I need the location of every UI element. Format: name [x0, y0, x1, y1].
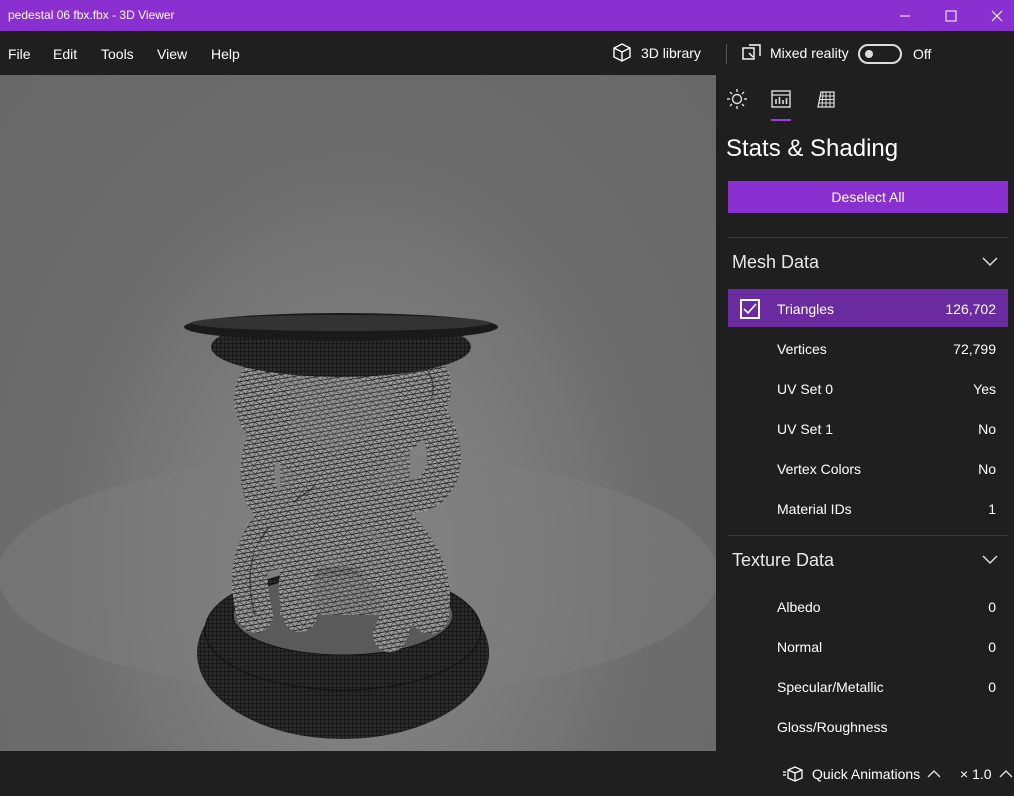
deselect-all-button[interactable]: Deselect All [728, 181, 1008, 213]
mixed-reality-button[interactable]: Mixed reality [741, 31, 849, 75]
stats-panel: Stats & Shading Deselect All Mesh Data T… [716, 75, 1014, 751]
grid-icon[interactable] [815, 88, 837, 110]
pedestal-model [0, 313, 716, 739]
stats-icon[interactable] [770, 88, 792, 110]
window-title: pedestal 06 fbx.fbx - 3D Viewer [8, 8, 175, 22]
menu-divider [726, 44, 727, 64]
toggle-knob [865, 50, 873, 58]
mesh-row-triangles[interactable]: Triangles 126,702 [728, 289, 1008, 327]
row-value: No [978, 421, 996, 437]
row-value: 0 [988, 599, 996, 615]
row-label: UV Set 0 [777, 381, 834, 397]
texture-row-gloss-roughness[interactable]: Gloss/Roughness [728, 707, 1008, 745]
row-label: Triangles [777, 301, 835, 317]
3d-viewport[interactable] [0, 75, 716, 751]
row-value: 0 [988, 639, 996, 655]
speed-selector[interactable]: × 1.0 [960, 766, 1013, 782]
maximize-icon [945, 10, 957, 21]
chevron-down-icon[interactable] [982, 555, 998, 565]
3d-library-label: 3D library [641, 45, 701, 61]
quick-animations-button[interactable]: Quick Animations [783, 765, 941, 783]
row-label: Vertex Colors [777, 461, 862, 477]
mixed-reality-state: Off [913, 46, 932, 62]
menu-file[interactable]: File [8, 46, 31, 62]
row-value: 72,799 [953, 341, 996, 357]
chevron-down-icon[interactable] [982, 257, 998, 267]
mesh-row-vertices[interactable]: Vertices 72,799 [728, 329, 1008, 367]
bottom-bar: Quick Animations × 1.0 [0, 751, 1014, 796]
animation-cube-icon [783, 766, 803, 782]
cube-icon [613, 43, 631, 62]
chevron-up-icon [927, 770, 941, 778]
row-label: Material IDs [777, 501, 852, 517]
minimize-button[interactable] [882, 0, 928, 31]
row-value: 0 [988, 679, 996, 695]
maximize-button[interactable] [928, 0, 974, 31]
texture-row-specular-metallic[interactable]: Specular/Metallic 0 [728, 667, 1008, 705]
row-value: Yes [973, 381, 996, 397]
row-value: 1 [988, 501, 996, 517]
triangles-checkbox[interactable] [740, 299, 760, 319]
checkmark-icon [743, 303, 757, 315]
mesh-data-header[interactable]: Mesh Data [732, 252, 819, 273]
row-label: UV Set 1 [777, 421, 834, 437]
mesh-row-uv-set-1[interactable]: UV Set 1 No [728, 409, 1008, 447]
texture-row-normal[interactable]: Normal 0 [728, 627, 1008, 665]
texture-data-header[interactable]: Texture Data [732, 550, 834, 571]
row-label: Normal [777, 639, 823, 655]
menu-edit[interactable]: Edit [53, 46, 77, 62]
quick-animations-label: Quick Animations [812, 766, 921, 782]
close-button[interactable] [974, 0, 1014, 31]
row-value: 126,702 [945, 301, 996, 317]
close-icon [991, 10, 1003, 21]
panel-title: Stats & Shading [726, 135, 899, 162]
sun-icon[interactable] [726, 88, 748, 110]
mixed-reality-toggle[interactable] [858, 44, 902, 64]
minimize-icon [900, 15, 910, 16]
mixed-reality-label: Mixed reality [770, 45, 849, 61]
row-label: Specular/Metallic [777, 679, 884, 695]
mesh-row-material-ids[interactable]: Material IDs 1 [728, 489, 1008, 527]
row-label: Albedo [777, 599, 821, 615]
section-divider [728, 237, 1008, 238]
3d-library-button[interactable]: 3D library [611, 31, 701, 75]
title-bar: pedestal 06 fbx.fbx - 3D Viewer [0, 0, 1014, 31]
mesh-row-uv-set-0[interactable]: UV Set 0 Yes [728, 369, 1008, 407]
menu-help[interactable]: Help [211, 46, 240, 62]
row-value: No [978, 461, 996, 477]
speed-label: × 1.0 [960, 766, 992, 782]
texture-row-albedo[interactable]: Albedo 0 [728, 587, 1008, 625]
tab-active-indicator [771, 119, 791, 121]
section-divider [728, 535, 1008, 536]
mesh-row-vertex-colors[interactable]: Vertex Colors No [728, 449, 1008, 487]
chevron-up-icon [999, 770, 1013, 778]
mixed-reality-icon [742, 44, 761, 60]
menu-view[interactable]: View [157, 46, 187, 62]
row-label: Gloss/Roughness [777, 719, 888, 735]
row-label: Vertices [777, 341, 827, 357]
menu-tools[interactable]: Tools [101, 46, 134, 62]
